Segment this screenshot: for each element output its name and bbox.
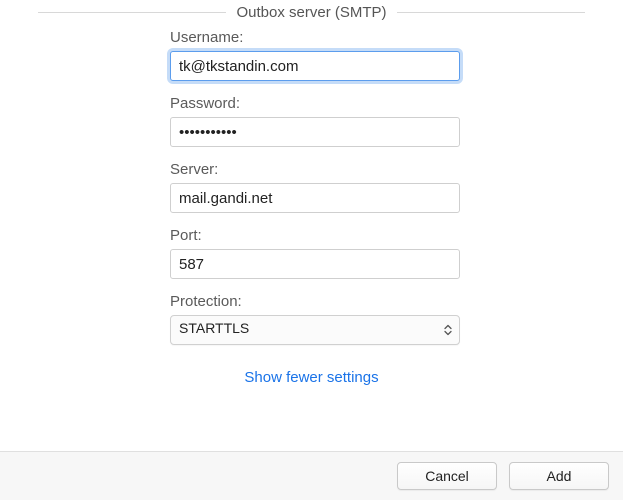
header-rule-left — [38, 12, 226, 13]
add-button[interactable]: Add — [509, 462, 609, 490]
show-fewer-settings-link[interactable]: Show fewer settings — [244, 369, 378, 386]
form-content: Username: Password: Server: Port: Protec… — [0, 21, 623, 451]
section-header: Outbox server (SMTP) — [0, 0, 623, 21]
server-input[interactable] — [170, 183, 460, 213]
protection-select[interactable]: STARTTLS — [170, 315, 460, 345]
password-group: Password: — [170, 95, 460, 147]
username-label: Username: — [170, 29, 460, 46]
protection-label: Protection: — [170, 293, 460, 310]
port-input[interactable] — [170, 249, 460, 279]
protection-group: Protection: STARTTLS — [170, 293, 460, 345]
username-group: Username: — [170, 29, 460, 81]
password-input[interactable] — [170, 117, 460, 147]
dialog-footer: Cancel Add — [0, 451, 623, 500]
server-label: Server: — [170, 161, 460, 178]
password-label: Password: — [170, 95, 460, 112]
cancel-button[interactable]: Cancel — [397, 462, 497, 490]
port-group: Port: — [170, 227, 460, 279]
port-label: Port: — [170, 227, 460, 244]
header-rule-right — [397, 12, 585, 13]
toggle-link-row: Show fewer settings — [0, 369, 623, 386]
username-input[interactable] — [170, 51, 460, 81]
server-group: Server: — [170, 161, 460, 213]
header-title: Outbox server (SMTP) — [236, 4, 386, 21]
